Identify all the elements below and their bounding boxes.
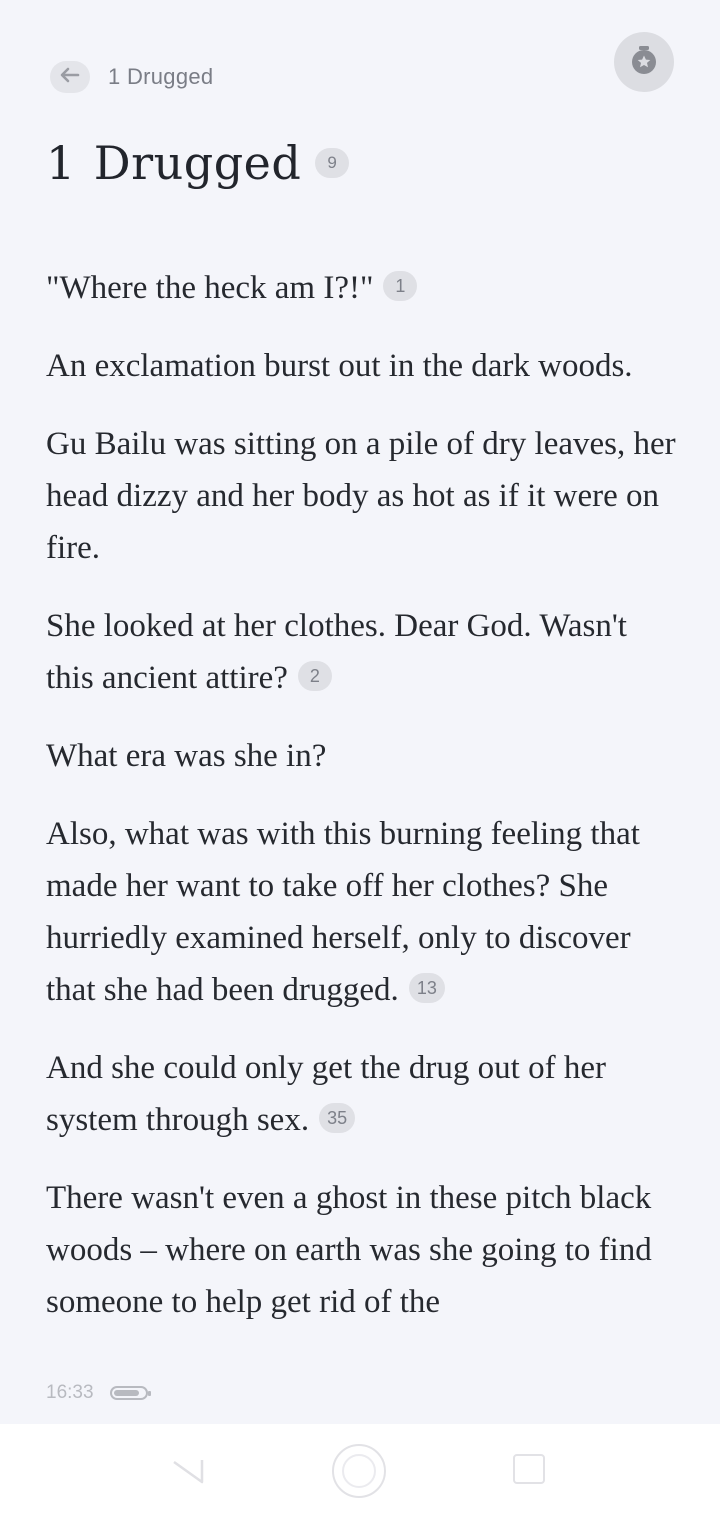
battery-icon (109, 1386, 151, 1400)
paragraph[interactable]: An exclamation burst out in the dark woo… (46, 340, 678, 392)
paragraph-text: Gu Bailu was sitting on a pile of dry le… (46, 426, 676, 566)
nav-recent-square-icon[interactable] (513, 1454, 545, 1484)
award-button[interactable] (614, 32, 674, 92)
paragraph-text: What era was she in? (46, 738, 327, 774)
paragraph-text: She looked at her clothes. Dear God. Was… (46, 608, 627, 696)
paragraph[interactable]: "Where the heck am I?!" 1 (46, 262, 678, 314)
arrow-left-icon (59, 67, 81, 88)
clock-time: 16:33 (46, 1382, 94, 1403)
chapter-name: Drugged (93, 136, 302, 190)
chapter-title: 1 Drugged 9 (46, 136, 350, 190)
paragraph-comment-badge[interactable]: 35 (319, 1103, 356, 1134)
nav-home-circle-icon[interactable] (332, 1444, 386, 1498)
paragraph-comment-badge[interactable]: 13 (408, 973, 445, 1004)
paragraph-comment-badge[interactable]: 1 (383, 271, 418, 302)
paragraph[interactable]: And she could only get the drug out of h… (46, 1042, 678, 1146)
paragraph[interactable]: Gu Bailu was sitting on a pile of dry le… (46, 418, 678, 574)
nav-home-inner-ring (342, 1454, 376, 1488)
paragraph[interactable]: She looked at her clothes. Dear God. Was… (46, 600, 678, 704)
paragraph-text: Also, what was with this burning feeling… (46, 816, 640, 1008)
breadcrumb-chapter: 1 Drugged (108, 64, 214, 89)
paragraph-comment-badge[interactable]: 2 (297, 661, 332, 692)
paragraph[interactable]: There wasn't even a ghost in these pitch… (46, 1172, 678, 1328)
reader-status-bar: 16:33 (46, 1382, 151, 1404)
paragraph-text: An exclamation burst out in the dark woo… (46, 348, 633, 384)
chapter-number: 1 (46, 136, 76, 190)
nav-back-triangle-icon[interactable] (170, 1452, 206, 1488)
chapter-comment-badge[interactable]: 9 (315, 148, 350, 178)
reader-view[interactable]: 1 Drugged 1 Drugged 9 "Where the heck am… (0, 0, 720, 1424)
battery-tip (147, 1391, 151, 1396)
paragraph[interactable]: What era was she in? (46, 730, 678, 782)
battery-level (113, 1390, 140, 1396)
back-button[interactable] (50, 61, 90, 93)
paragraph-text: There wasn't even a ghost in these pitch… (46, 1180, 652, 1320)
system-navigation-bar (0, 1424, 720, 1520)
paragraph-text: "Where the heck am I?!" (46, 270, 374, 306)
medal-star-icon (627, 43, 661, 82)
chapter-content: "Where the heck am I?!" 1 An exclamation b… (46, 262, 678, 1354)
paragraph[interactable]: Also, what was with this burning feeling… (46, 808, 678, 1016)
